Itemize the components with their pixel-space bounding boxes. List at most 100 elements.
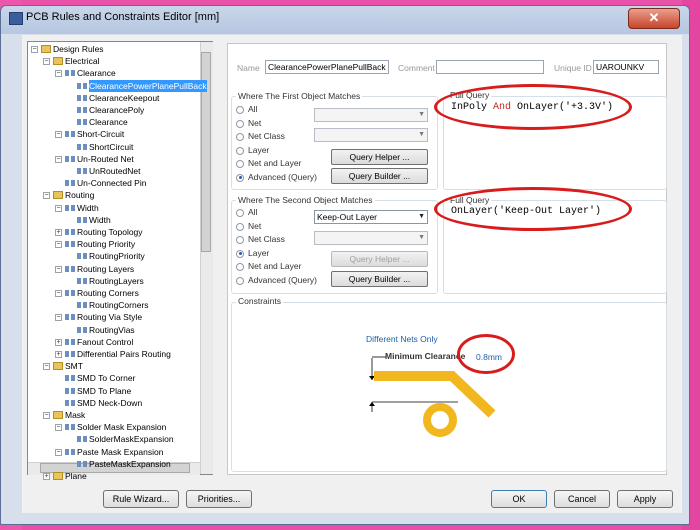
first-option-label[interactable]: All — [248, 104, 257, 114]
tree-node[interactable]: Routing Topology — [77, 226, 143, 238]
first-option-label[interactable]: Layer — [248, 145, 269, 155]
tree-node[interactable]: ShortCircuit — [89, 141, 133, 153]
tree-node[interactable]: Short-Circuit — [77, 128, 124, 140]
second-radio[interactable] — [236, 249, 244, 258]
tree-expander-icon[interactable]: − — [55, 424, 62, 432]
priorities-button[interactable]: Priorities... — [186, 490, 252, 508]
tree-expander-icon[interactable]: − — [55, 290, 62, 297]
first-option-label[interactable]: Net — [248, 118, 261, 128]
tree-node[interactable]: Routing Priority — [77, 238, 135, 250]
tree-expander-icon[interactable]: + — [55, 229, 62, 236]
tree-node[interactable]: Mask — [65, 409, 85, 421]
tree-node[interactable]: SMD To Plane — [77, 385, 131, 397]
cancel-button[interactable]: Cancel — [554, 490, 610, 508]
tree-node[interactable]: Fanout Control — [77, 336, 133, 348]
tree-expander-icon[interactable]: − — [55, 448, 62, 456]
ok-button[interactable]: OK — [491, 490, 547, 508]
tree-expander-icon[interactable]: − — [55, 155, 62, 163]
tree-node[interactable]: Width — [89, 214, 111, 226]
second-option-label[interactable]: Layer — [248, 248, 269, 258]
close-button[interactable]: ✕ — [628, 8, 680, 29]
tree-node[interactable]: SMT — [65, 360, 83, 372]
second-option-label[interactable]: Net Class — [248, 234, 285, 244]
tree-node[interactable]: UnRoutedNet — [89, 165, 141, 177]
rule-wizard-button[interactable]: Rule Wizard... — [103, 490, 179, 508]
second-radio[interactable] — [236, 276, 244, 285]
tree-node[interactable]: PasteMaskExpansion — [89, 458, 171, 470]
tree-node[interactable]: ClearanceKeepout — [89, 92, 159, 104]
tree-node[interactable]: ClearancePowerPlanePullBack — [89, 79, 207, 92]
tree-node[interactable]: Clearance — [77, 67, 116, 79]
second-option-label[interactable]: Advanced (Query) — [248, 275, 317, 285]
second-option-label[interactable]: All — [248, 207, 257, 217]
first-radio[interactable] — [236, 160, 244, 168]
second-radio[interactable] — [236, 263, 244, 271]
second-radio[interactable] — [236, 236, 244, 244]
first-radio[interactable] — [236, 133, 244, 141]
first-query-builder-button[interactable]: Query Builder ... — [331, 168, 428, 184]
second-query-builder-button[interactable]: Query Builder ... — [331, 271, 428, 287]
tree-node[interactable]: RoutingCorners — [89, 299, 149, 311]
tree-node[interactable]: Differential Pairs Routing — [77, 348, 171, 360]
tree-expander-icon[interactable]: − — [55, 241, 62, 249]
first-radio[interactable] — [236, 106, 244, 114]
tree-node[interactable]: Routing Layers — [77, 263, 134, 275]
second-query-helper-button[interactable]: Query Helper ... — [331, 251, 428, 267]
first-radio[interactable] — [236, 173, 244, 182]
second-radio[interactable] — [236, 209, 244, 217]
rule-icon — [65, 448, 75, 455]
via-pad-shape — [423, 403, 457, 437]
tree-node[interactable]: ClearancePoly — [89, 104, 144, 116]
tree-node[interactable]: Routing — [65, 189, 94, 201]
tree-node[interactable]: Clearance — [89, 116, 128, 128]
second-layer-combo[interactable]: Keep-Out Layer ▼ — [314, 210, 428, 224]
tree-expander-icon[interactable]: − — [43, 58, 50, 66]
tree-node[interactable]: Electrical — [65, 55, 99, 67]
apply-button[interactable]: Apply — [617, 490, 673, 508]
folder-icon — [53, 472, 63, 480]
first-radio[interactable] — [236, 146, 244, 155]
tree-node[interactable]: Un-Connected Pin — [77, 177, 146, 189]
second-layer-value: Keep-Out Layer — [317, 212, 378, 222]
tree-expander-icon[interactable]: − — [43, 192, 50, 200]
tree-expander-icon[interactable]: − — [43, 412, 50, 419]
first-option-label[interactable]: Net and Layer — [248, 158, 301, 168]
tree-node[interactable]: Routing Via Style — [77, 311, 142, 323]
rule-icon — [65, 387, 75, 394]
tree-expander-icon[interactable]: − — [55, 70, 62, 78]
first-radio[interactable] — [236, 119, 244, 128]
tree-node[interactable]: Un-Routed Net — [77, 153, 134, 165]
tree-node[interactable]: RoutingLayers — [89, 275, 144, 287]
unique-id-field[interactable]: UAROUNKV — [593, 60, 659, 74]
tree-expander-icon[interactable]: − — [55, 265, 62, 273]
tree-node[interactable]: RoutingVias — [89, 324, 135, 336]
tree-expander-icon[interactable]: + — [55, 338, 62, 346]
tree-expander-icon[interactable]: − — [31, 46, 38, 53]
comment-field[interactable] — [436, 60, 544, 74]
name-field[interactable]: ClearancePowerPlanePullBack — [265, 60, 389, 74]
tree-node[interactable]: Routing Corners — [77, 287, 139, 299]
tree-expander-icon[interactable]: − — [55, 131, 62, 139]
tree-expander-icon[interactable]: − — [55, 204, 62, 212]
tree-expander-icon[interactable]: + — [55, 351, 62, 358]
tree-node[interactable]: SMD Neck-Down — [77, 397, 142, 409]
tree-node[interactable]: SMD To Corner — [77, 372, 135, 384]
tree-node[interactable]: SolderMaskExpansion — [89, 433, 174, 445]
second-option-label[interactable]: Net and Layer — [248, 261, 301, 271]
tree-node[interactable]: Paste Mask Expansion — [77, 446, 163, 458]
second-option-label[interactable]: Net — [248, 221, 261, 231]
tree-node[interactable]: Width — [77, 202, 99, 214]
first-option-label[interactable]: Advanced (Query) — [248, 172, 317, 182]
tree-node[interactable]: Plane — [65, 470, 87, 482]
tree-node[interactable]: RoutingPriority — [89, 250, 145, 262]
tree-node[interactable]: Design Rules — [53, 43, 104, 55]
first-query-helper-button[interactable]: Query Helper ... — [331, 149, 428, 165]
first-option-label[interactable]: Net Class — [248, 131, 285, 141]
tree-expander-icon[interactable]: + — [43, 473, 50, 480]
tree-node[interactable]: Solder Mask Expansion — [77, 421, 166, 433]
second-radio[interactable] — [236, 222, 244, 231]
tree-expander-icon[interactable]: − — [55, 314, 62, 322]
tree-expander-icon[interactable]: − — [43, 363, 50, 371]
second-netclass-combo: ▼ — [314, 231, 428, 245]
rule-icon — [65, 290, 75, 296]
